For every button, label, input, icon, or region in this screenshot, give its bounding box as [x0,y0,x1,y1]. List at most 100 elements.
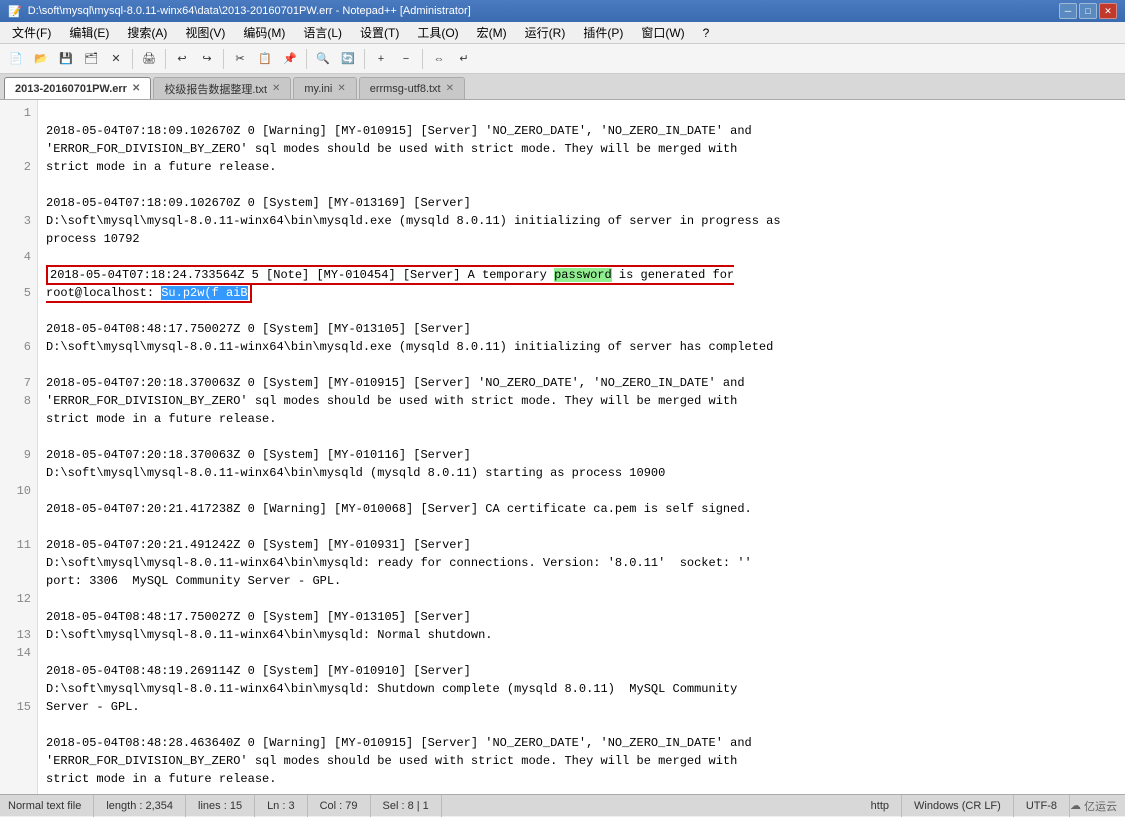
line-numbers: 1 2 3 4 5 6 7 8 9 10 11 12 13 14 [0,100,38,794]
line-num-blank-3a [6,230,31,248]
menu-settings[interactable]: 设置(T) [352,23,407,43]
menu-run[interactable]: 运行(R) [517,23,574,43]
tab-report-file-close[interactable]: ✕ [272,83,280,94]
password-highlight: password [554,268,612,282]
log-line-5: 2018-05-04T07:20:18.370063Z 0 [System] [… [46,374,1117,428]
menu-encoding[interactable]: 编码(M) [235,23,293,43]
tab-errmsg-file[interactable]: errmsg-utf8.txt ✕ [359,77,465,99]
title-bar: 📝 D:\soft\mysql\mysql-8.0.11-winx64\data… [0,0,1125,22]
replace-button[interactable]: 🔄 [336,47,360,71]
line-num-blank-12a [6,608,31,626]
minimize-button[interactable]: ─ [1059,3,1077,19]
find-button[interactable]: 🔍 [311,47,335,71]
menu-view[interactable]: 视图(V) [177,23,233,43]
menu-file[interactable]: 文件(F) [4,23,59,43]
open-button[interactable]: 📂 [29,47,53,71]
line-num-10: 10 [6,482,31,500]
status-encoding: UTF-8 [1014,795,1070,817]
toolbar-sep-2 [165,49,166,69]
line-num-blank-5b [6,320,31,338]
menu-window[interactable]: 窗口(W) [633,23,692,43]
zoom-in-button[interactable]: + [369,47,393,71]
log-line-2: 2018-05-04T07:18:09.102670Z 0 [System] [… [46,194,1117,248]
paste-button[interactable]: 📌 [278,47,302,71]
sync-scroll-button[interactable]: ⇔ [427,47,451,71]
menu-plugins[interactable]: 插件(P) [575,23,631,43]
toolbar: 📄 📂 💾 🗂 ✕ 🖨 ↩ ↪ ✂ 📋 📌 🔍 🔄 + − ⇔ ↵ [0,44,1125,74]
word-wrap-button[interactable]: ↵ [452,47,476,71]
line-num-12: 12 [6,590,31,608]
log-line-4: 2018-05-04T08:48:17.750027Z 0 [System] [… [46,320,1117,356]
log-line-1: 2018-05-04T07:18:09.102670Z 0 [Warning] … [46,122,1117,176]
line-num-blank-1a [6,122,31,140]
close-button-tb[interactable]: ✕ [104,47,128,71]
undo-button[interactable]: ↩ [170,47,194,71]
tab-ini-file-close[interactable]: ✕ [337,83,345,94]
status-lines: lines : 15 [186,795,255,817]
line-num-blank-4a [6,266,31,284]
menu-bar: 文件(F) 编辑(E) 搜索(A) 视图(V) 编码(M) 语言(L) 设置(T… [0,22,1125,44]
line-num-blank-14b [6,680,31,698]
window-title: D:\soft\mysql\mysql-8.0.11-winx64\data\2… [28,5,471,17]
cut-button[interactable]: ✂ [228,47,252,71]
menu-edit[interactable]: 编辑(E) [61,23,117,43]
log-line-7: 2018-05-04T07:20:21.417238Z 0 [Warning] … [46,500,1117,518]
log-line-10: 2018-05-04T08:48:19.269114Z 0 [System] [… [46,662,1117,716]
status-col: Col : 79 [308,795,371,817]
line-num-blank-11a [6,554,31,572]
log-line-8: 2018-05-04T07:20:21.491242Z 0 [System] [… [46,536,1117,590]
tab-errmsg-file-close[interactable]: ✕ [446,83,454,94]
menu-help[interactable]: ? [695,23,718,43]
log-line-3: 2018-05-04T07:18:24.733564Z 5 [Note] [MY… [46,266,1117,302]
line-num-3: 3 [6,212,31,230]
menu-macro[interactable]: 宏(M) [469,23,515,43]
line-num-blank-11b [6,572,31,590]
line-num-2: 2 [6,158,31,176]
line-num-9: 9 [6,446,31,464]
line-num-13: 13 [6,626,31,644]
watermark-icon: ☁ [1070,799,1081,812]
tab-ini-file-label: my.ini [304,83,332,95]
line-num-4: 4 [6,248,31,266]
log-line-9: 2018-05-04T08:48:17.750027Z 0 [System] [… [46,608,1117,644]
tab-report-file[interactable]: 校级报告数据整理.txt ✕ [153,77,291,99]
redo-button[interactable]: ↪ [195,47,219,71]
menu-tools[interactable]: 工具(O) [409,23,466,43]
log-line-6: 2018-05-04T07:20:18.370063Z 0 [System] [… [46,446,1117,482]
maximize-button[interactable]: □ [1079,3,1097,19]
status-length: length : 2,354 [94,795,186,817]
close-button[interactable]: ✕ [1099,3,1117,19]
editor-content[interactable]: 2018-05-04T07:18:09.102670Z 0 [Warning] … [38,100,1125,794]
editor-container: 1 2 3 4 5 6 7 8 9 10 11 12 13 14 [0,100,1125,794]
line-num-blank-8b [6,428,31,446]
tab-errmsg-file-label: errmsg-utf8.txt [370,83,441,95]
tab-err-file[interactable]: 2013-20160701PW.err ✕ [4,77,151,99]
line-num-blank-6a [6,356,31,374]
toolbar-sep-1 [132,49,133,69]
toolbar-sep-6 [422,49,423,69]
status-sel: Sel : 8 | 1 [371,795,442,817]
selected-password-text: Su.p2w(f aiB [161,286,247,300]
line-num-15: 15 [6,698,31,716]
new-button[interactable]: 📄 [4,47,28,71]
status-watermark: ☁ 亿运云 [1070,798,1117,814]
line-num-blank-10a [6,500,31,518]
tab-ini-file[interactable]: my.ini ✕ [293,77,356,99]
tab-err-file-close[interactable]: ✕ [132,83,140,94]
save-all-button[interactable]: 🗂 [79,47,103,71]
tab-report-file-label: 校级报告数据整理.txt [164,81,267,97]
toolbar-sep-5 [364,49,365,69]
menu-search[interactable]: 搜索(A) [119,23,175,43]
line-num-7: 7 [6,374,31,392]
menu-language[interactable]: 语言(L) [295,23,350,43]
line-num-1: 1 [6,104,31,122]
copy-button[interactable]: 📋 [253,47,277,71]
print-button[interactable]: 🖨 [137,47,161,71]
line-num-5: 5 [6,284,31,302]
save-button[interactable]: 💾 [54,47,78,71]
status-line-ending: Windows (CR LF) [902,795,1014,817]
line-num-6: 6 [6,338,31,356]
tab-err-file-label: 2013-20160701PW.err [15,83,127,95]
line-num-blank-2a [6,176,31,194]
zoom-out-button[interactable]: − [394,47,418,71]
